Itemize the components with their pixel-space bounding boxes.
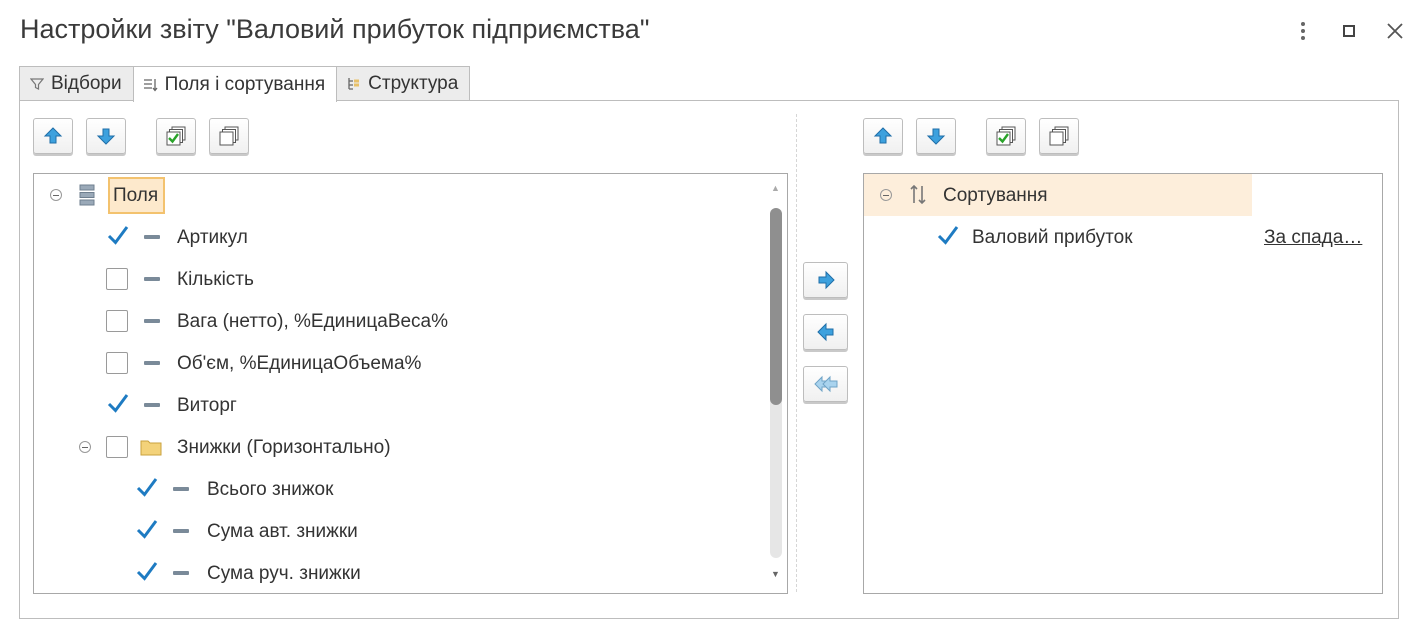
field-icon [144,319,160,323]
close-icon [1387,23,1403,39]
fields-list-icon [79,184,95,206]
checkbox-checked[interactable] [106,392,130,416]
filter-icon [29,76,45,92]
more-menu-button[interactable] [1288,16,1318,46]
sort-icon [910,184,926,205]
tree-row[interactable]: Сума авт. знижки [34,510,769,552]
more-vertical-icon [1301,22,1305,40]
tab-bar: Відбори Поля і сортування Структура [19,66,471,102]
remove-from-sorting-button[interactable] [803,314,848,350]
folder-icon [140,440,162,456]
sort-move-down-button[interactable] [916,118,956,154]
tab-label: Відбори [51,73,122,94]
tree-row-group[interactable]: Знижки (Горизонтально) [34,426,769,468]
scroll-up-icon[interactable]: ▲ [771,183,780,193]
scrollbar-thumb[interactable] [770,208,782,405]
check-all-icon [166,126,186,146]
tree-row[interactable]: Кількість [34,258,769,300]
checkbox-checked[interactable] [135,518,159,542]
tab-filters[interactable]: Відбори [19,66,134,101]
arrow-right-icon [818,270,835,290]
checkbox-checked[interactable] [106,224,130,248]
field-icon [144,277,160,281]
sorting-root-label: Сортування [943,185,1048,206]
field-icon [144,403,160,407]
fields-tree[interactable]: Поля Артикул Кількість Вага (нетто), %Ед… [33,173,788,594]
maximize-button[interactable] [1334,16,1364,46]
move-down-button[interactable] [86,118,126,154]
field-icon [144,361,160,365]
check-all-button[interactable] [156,118,196,154]
checkbox-checked[interactable] [135,560,159,584]
field-label: Кількість [177,269,254,290]
panel-divider [796,114,797,592]
add-to-sorting-button[interactable] [803,262,848,298]
uncheck-all-icon [219,126,239,146]
field-label: Виторг [177,395,237,416]
tab-label: Поля і сортування [164,73,326,95]
sort-uncheck-all-button[interactable] [1039,118,1079,154]
sorting-root-row[interactable]: Сортування [864,174,1382,216]
checkbox-checked[interactable] [936,224,960,248]
remove-all-from-sorting-button[interactable] [803,366,848,402]
scroll-down-icon[interactable]: ▼ [771,569,780,579]
collapse-icon[interactable] [50,189,62,201]
check-all-icon [996,126,1016,146]
field-label: Об'єм, %ЕдиницаОбъема% [177,353,422,374]
arrow-left-icon [816,322,833,342]
field-icon [173,487,189,491]
tree-row[interactable]: Сума руч. знижки [34,552,769,593]
maximize-icon [1343,25,1355,37]
tab-fields-sorting[interactable]: Поля і сортування [132,66,338,102]
tree-row[interactable]: Виторг [34,384,769,426]
tree-row[interactable]: Всього знижок [34,468,769,510]
field-icon [144,235,160,239]
move-up-button[interactable] [33,118,73,154]
checkbox-checked[interactable] [135,476,159,500]
tree-row[interactable]: Вага (нетто), %ЕдиницаВеса% [34,300,769,342]
sort-check-all-button[interactable] [986,118,1026,154]
sorting-item-label: Валовий прибуток [972,227,1133,248]
tree-root-label: Поля [108,177,165,214]
collapse-icon[interactable] [79,441,91,453]
tree-row[interactable]: Об'єм, %ЕдиницаОбъема% [34,342,769,384]
uncheck-all-icon [1049,126,1069,146]
field-icon [173,529,189,533]
window-title: Настройки звіту "Валовий прибуток підпри… [20,14,650,44]
checkbox-unchecked[interactable] [106,436,128,458]
tree-row[interactable]: Артикул [34,216,769,258]
checkbox-unchecked[interactable] [106,352,128,374]
sorting-tree[interactable]: Сортування Валовий прибуток За спада… [863,173,1383,594]
tab-structure[interactable]: Структура [336,66,471,101]
field-label: Артикул [177,227,248,248]
tree-root-text: Поля [113,184,159,206]
checkbox-unchecked[interactable] [106,310,128,332]
field-label: Знижки (Горизонтально) [177,437,391,458]
field-label: Вага (нетто), %ЕдиницаВеса% [177,311,449,332]
double-arrow-left-icon [813,375,837,393]
structure-icon [346,76,362,92]
arrow-down-icon [96,128,116,145]
sort-move-up-button[interactable] [863,118,903,154]
fields-icon [143,77,159,93]
tab-label: Структура [368,73,459,94]
checkbox-unchecked[interactable] [106,268,128,290]
close-button[interactable] [1380,16,1410,46]
field-icon [173,571,189,575]
collapse-icon[interactable] [880,189,892,201]
field-label: Всього знижок [207,479,334,500]
tree-row-root[interactable]: Поля [34,174,769,216]
arrow-up-icon [43,127,63,144]
field-label: Сума авт. знижки [207,521,358,542]
sort-direction-link[interactable]: За спада… [1264,227,1362,249]
uncheck-all-button[interactable] [209,118,249,154]
arrow-up-icon [873,127,893,144]
field-label: Сума руч. знижки [207,563,361,584]
sorting-item-row[interactable]: Валовий прибуток За спада… [864,216,1382,258]
arrow-down-icon [926,128,946,145]
